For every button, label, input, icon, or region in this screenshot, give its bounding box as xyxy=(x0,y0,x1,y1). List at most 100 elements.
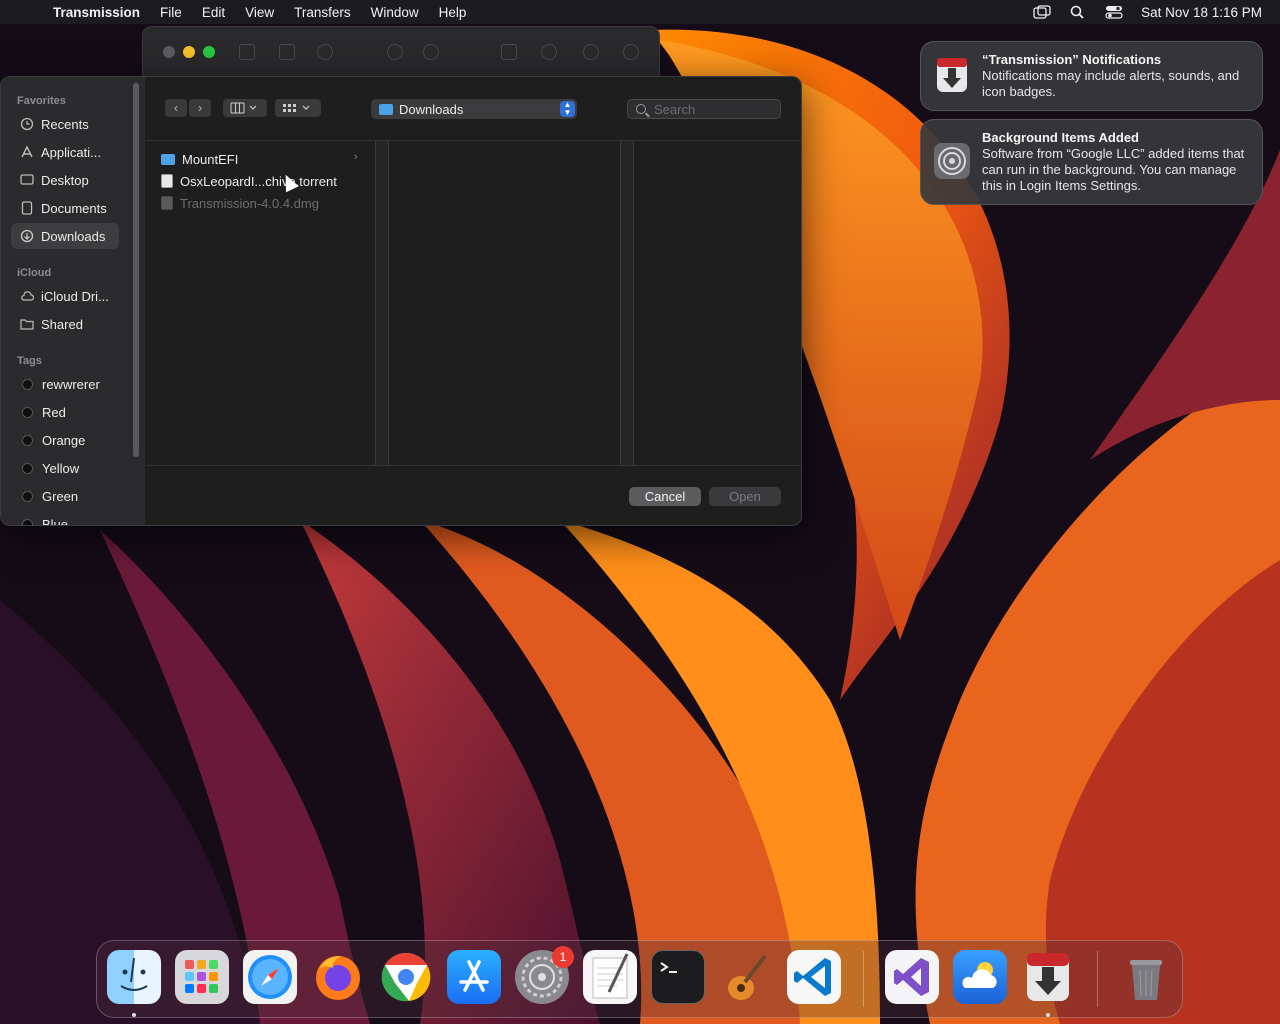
sidebar-scrollbar[interactable] xyxy=(133,83,139,457)
location-popup[interactable]: Downloads ▲ ▼ xyxy=(371,99,577,119)
launchpad-icon[interactable] xyxy=(175,950,229,1004)
file-name: MountEFI xyxy=(182,151,239,167)
notification-title: “Transmission” Notifications xyxy=(982,52,1162,67)
transmission-icon[interactable] xyxy=(1021,950,1075,1004)
chevron-right-icon: › xyxy=(354,151,358,163)
tag-dot-icon xyxy=(22,462,33,474)
sidebar-item-label: Desktop xyxy=(41,172,89,188)
spotlight-search-icon[interactable] xyxy=(1069,5,1087,19)
transmission-app-icon xyxy=(937,58,967,92)
tag-dot-icon xyxy=(22,406,33,418)
tag-dot-icon xyxy=(22,434,33,446)
system-settings-gear-icon xyxy=(934,143,970,179)
group-by-button[interactable] xyxy=(275,99,321,117)
trash-icon[interactable] xyxy=(1119,950,1173,1004)
control-center-icon[interactable] xyxy=(1105,5,1123,19)
safari-icon[interactable] xyxy=(243,950,297,1004)
menu-app-name[interactable]: Transmission xyxy=(53,5,150,20)
firefox-icon[interactable] xyxy=(311,950,365,1004)
icloud-heading: iCloud xyxy=(17,267,52,279)
sidebar-item-downloads[interactable]: Downloads xyxy=(11,223,119,249)
column-resize-handle[interactable] xyxy=(375,141,389,465)
running-indicator xyxy=(1046,1013,1050,1017)
updown-chevron-icon: ▲ ▼ xyxy=(560,101,575,117)
resume-icon[interactable] xyxy=(423,44,439,60)
menu-view[interactable]: View xyxy=(235,5,284,20)
running-indicator xyxy=(132,1013,136,1017)
sidebar-item-desktop[interactable]: Desktop xyxy=(11,167,119,193)
tag-dot-icon xyxy=(22,518,33,525)
pause-icon[interactable] xyxy=(387,44,403,60)
screen-mirroring-icon[interactable] xyxy=(1033,5,1051,19)
terminal-icon[interactable] xyxy=(651,950,705,1004)
sidebar-item-applications[interactable]: Applicati... xyxy=(11,139,119,165)
sidebar-tag-blue[interactable]: Blue xyxy=(11,511,119,526)
open-file-dialog: Favorites Recents Applicati... Desktop D… xyxy=(0,76,802,526)
sidebar-tag-red[interactable]: Red xyxy=(11,399,119,425)
tags-heading: Tags xyxy=(17,355,42,367)
dialog-footer: Cancel Open xyxy=(146,465,801,525)
window-close-button[interactable] xyxy=(163,46,175,58)
sidebar-item-documents[interactable]: Documents xyxy=(11,195,119,221)
filter-icon[interactable] xyxy=(583,44,599,60)
create-torrent-icon[interactable] xyxy=(239,44,255,60)
sidebar-tag-rewwrerer[interactable]: rewwrerer xyxy=(11,371,119,397)
notification-title: Background Items Added xyxy=(982,130,1139,145)
sidebar-item-label: Yellow xyxy=(42,460,80,476)
grid-icon xyxy=(283,104,310,112)
menu-clock[interactable]: Sat Nov 18 1:16 PM xyxy=(1141,5,1262,20)
search-placeholder: Search xyxy=(654,101,696,117)
open-button[interactable]: Open xyxy=(709,487,781,506)
sidebar-tag-orange[interactable]: Orange xyxy=(11,427,119,453)
menu-window[interactable]: Window xyxy=(361,5,429,20)
search-field[interactable]: Search xyxy=(627,99,781,119)
finder-sidebar: Favorites Recents Applicati... Desktop D… xyxy=(1,77,145,525)
share-icon[interactable] xyxy=(501,44,517,60)
favorites-heading: Favorites xyxy=(17,95,66,107)
chrome-icon[interactable] xyxy=(379,950,433,1004)
sidebar-tag-green[interactable]: Green xyxy=(11,483,119,509)
menu-transfers[interactable]: Transfers xyxy=(284,5,361,20)
window-minimize-button[interactable] xyxy=(183,46,195,58)
inspector-icon[interactable] xyxy=(623,44,639,60)
dock: 1 xyxy=(96,940,1183,1018)
sidebar-tag-yellow[interactable]: Yellow xyxy=(11,455,119,481)
disk-image-icon xyxy=(161,196,173,210)
forward-button[interactable]: › xyxy=(189,99,211,117)
folder-icon xyxy=(161,153,175,165)
file-row-mountefi[interactable]: MountEFI xyxy=(161,149,238,169)
back-button[interactable]: ‹ xyxy=(165,99,187,117)
weather-icon[interactable] xyxy=(953,950,1007,1004)
sidebar-item-label: Red xyxy=(42,404,66,420)
menu-file[interactable]: File xyxy=(150,5,192,20)
remove-icon[interactable] xyxy=(317,44,333,60)
quicklook-icon[interactable] xyxy=(541,44,557,60)
sidebar-item-recents[interactable]: Recents xyxy=(11,111,119,137)
folder-icon xyxy=(379,103,393,115)
finder-icon[interactable] xyxy=(107,950,161,1004)
open-torrent-icon[interactable] xyxy=(279,44,295,60)
window-zoom-button[interactable] xyxy=(203,46,215,58)
applications-icon xyxy=(20,145,34,159)
column-resize-handle[interactable] xyxy=(620,141,634,465)
sidebar-item-label: Orange xyxy=(42,432,86,448)
sidebar-item-icloud-drive[interactable]: iCloud Dri... xyxy=(11,283,119,309)
cancel-button[interactable]: Cancel xyxy=(629,487,701,506)
visual-studio-icon[interactable] xyxy=(885,950,939,1004)
menu-bar: Transmission File Edit View Transfers Wi… xyxy=(0,0,1280,24)
garageband-icon[interactable] xyxy=(719,950,773,1004)
vscode-icon[interactable] xyxy=(787,950,841,1004)
menu-help[interactable]: Help xyxy=(429,5,477,20)
textedit-icon[interactable] xyxy=(583,950,637,1004)
notification-background-items[interactable]: Background Items Added Software from “Go… xyxy=(920,119,1263,205)
file-row-torrent[interactable]: OsxLeopardI...chive.torrent xyxy=(161,171,337,191)
view-mode-columns-button[interactable] xyxy=(223,99,267,117)
app-store-icon[interactable] xyxy=(447,950,501,1004)
notification-transmission[interactable]: “Transmission” Notifications Notificatio… xyxy=(920,41,1263,111)
sidebar-item-label: Green xyxy=(42,488,79,504)
menu-edit[interactable]: Edit xyxy=(192,5,235,20)
notification-badge: 1 xyxy=(552,946,574,968)
sidebar-item-label: Blue xyxy=(42,516,69,526)
sidebar-item-label: iCloud Dri... xyxy=(41,288,109,304)
sidebar-item-shared[interactable]: Shared xyxy=(11,311,119,337)
